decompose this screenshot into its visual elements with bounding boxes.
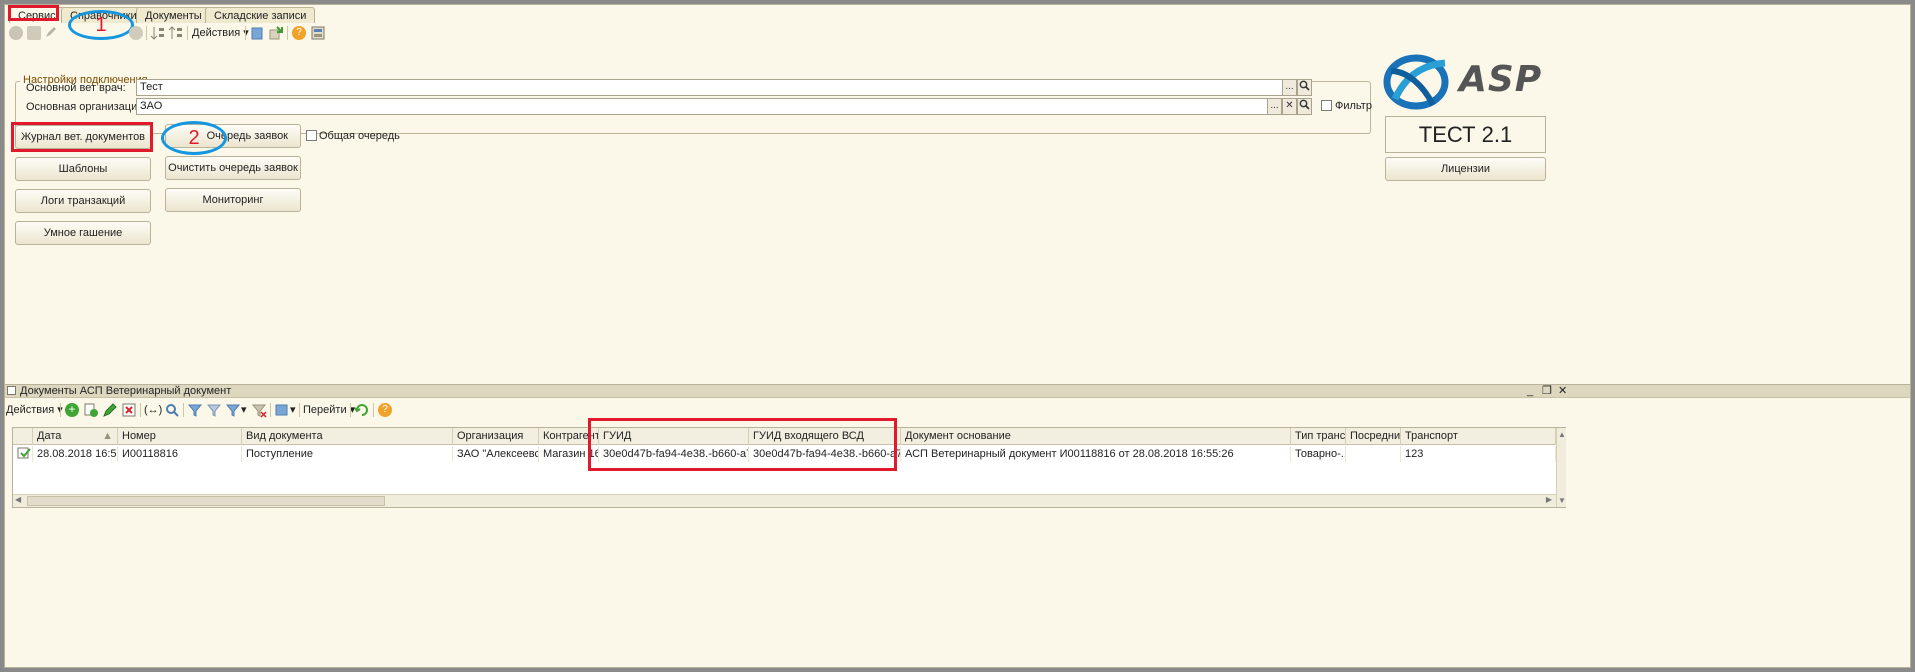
- organization-label: Основная организация:: [26, 101, 147, 113]
- monitoring-button[interactable]: Мониторинг: [165, 188, 301, 212]
- output-dropdown-icon[interactable]: ▾: [290, 402, 296, 418]
- sort-ascending-icon[interactable]: [150, 25, 166, 41]
- sort-descending-icon[interactable]: [168, 25, 184, 41]
- common-queue-checkbox[interactable]: [306, 130, 317, 141]
- column-header-organization[interactable]: Организация: [453, 428, 539, 445]
- output-list-icon[interactable]: [274, 402, 290, 418]
- licenses-button[interactable]: Лицензии: [1385, 157, 1546, 181]
- asp-logo-icon: [1383, 54, 1449, 110]
- tab-warehouse-records[interactable]: Складские записи: [205, 7, 316, 23]
- organization-value: ЗАО: [140, 100, 163, 112]
- refresh-icon[interactable]: [128, 25, 144, 41]
- scroll-right-icon[interactable]: ▶: [1546, 495, 1552, 504]
- scroll-up-icon[interactable]: ▲: [1558, 430, 1566, 439]
- organization-select-button[interactable]: ...: [1267, 98, 1282, 115]
- cell-date: 28.08.2018 16:55:...: [33, 446, 118, 462]
- version-label: ТЕСТ 2.1: [1385, 116, 1546, 153]
- panel-window-icon: [7, 386, 16, 395]
- actions-menu[interactable]: Действия ▾: [192, 25, 249, 41]
- filter-settings-icon[interactable]: [225, 402, 241, 418]
- asp-logo-text: ASP: [1459, 59, 1543, 100]
- find-icon[interactable]: [164, 402, 180, 418]
- highlight-box-service: [8, 5, 59, 21]
- refresh-list-icon[interactable]: [354, 402, 370, 418]
- vet-doctor-select-button[interactable]: ...: [1282, 79, 1297, 96]
- asp-logo: ASP: [1383, 51, 1548, 113]
- documents-toolbar: Действия ▾ + (↔) ▾ ▾ Перейти ▾ ?: [5, 399, 425, 421]
- close-icon[interactable]: ✕: [1558, 385, 1567, 398]
- column-header-base-document[interactable]: Документ основание: [901, 428, 1291, 445]
- column-header-number[interactable]: Номер: [118, 428, 242, 445]
- main-window: Сервис Справочники Документы Складские з…: [4, 4, 1911, 668]
- top-toolbar: Действия ▾ ?: [5, 22, 405, 44]
- scroll-left-icon[interactable]: ◀: [15, 495, 21, 504]
- organization-clear-icon[interactable]: ✕: [1282, 98, 1297, 115]
- add-document-icon[interactable]: +: [64, 402, 80, 418]
- horizontal-scroll-thumb[interactable]: [27, 496, 385, 506]
- column-header-date[interactable]: Дата ▲: [33, 428, 118, 445]
- cell-doc-type: Поступление: [242, 446, 453, 462]
- copy-document-icon[interactable]: [83, 402, 99, 418]
- filter-by-value-icon[interactable]: [206, 402, 222, 418]
- goto-menu[interactable]: Перейти ▾: [303, 402, 355, 418]
- settings-icon[interactable]: [310, 25, 326, 41]
- cell-base-document: АСП Ветеринарный документ И00118816 от 2…: [901, 446, 1291, 462]
- filter-dropdown-icon[interactable]: ▾: [241, 402, 247, 418]
- scroll-down-icon[interactable]: ▼: [1558, 496, 1566, 505]
- column-header-intermediary[interactable]: Посредник: [1346, 428, 1401, 445]
- delete-document-icon[interactable]: [121, 402, 137, 418]
- clear-request-queue-button[interactable]: Очистить очередь заявок: [165, 156, 301, 180]
- add-icon[interactable]: [8, 25, 24, 41]
- restore-icon[interactable]: ❐: [1542, 385, 1552, 398]
- copy-icon[interactable]: [26, 25, 42, 41]
- filter-label: Фильтр: [1335, 100, 1372, 112]
- cell-transport: 123: [1401, 446, 1556, 462]
- column-header-transport-type[interactable]: Тип транс...: [1291, 428, 1346, 445]
- common-queue-label: Общая очередь: [319, 130, 400, 142]
- vet-doctor-label: Основной вет врач:: [26, 82, 126, 94]
- help-icon[interactable]: ?: [291, 25, 307, 41]
- horizontal-scrollbar[interactable]: ◀ ▶: [13, 494, 1556, 507]
- clear-filter-icon[interactable]: [251, 402, 267, 418]
- annotation-marker-2: 2: [161, 121, 227, 155]
- panel-help-icon[interactable]: ?: [377, 402, 393, 418]
- templates-button[interactable]: Шаблоны: [15, 157, 151, 181]
- transaction-logs-button[interactable]: Логи транзакций: [15, 189, 151, 213]
- vertical-scrollbar[interactable]: ▲ ▼: [1556, 428, 1566, 507]
- cell-intermediary: [1346, 446, 1401, 462]
- documents-actions-menu[interactable]: Действия ▾: [6, 402, 63, 418]
- highlight-box-guid-columns: [588, 418, 897, 471]
- cell-organization: ЗАО "Алексеевс...: [453, 446, 539, 462]
- document-posted-icon: [13, 446, 33, 462]
- import-icon[interactable]: [268, 25, 284, 41]
- link-icon[interactable]: (↔): [144, 402, 162, 418]
- edit-icon[interactable]: [44, 25, 60, 41]
- edit-document-icon[interactable]: [102, 402, 118, 418]
- organization-search-icon[interactable]: [1297, 98, 1312, 115]
- filter-checkbox[interactable]: [1321, 100, 1332, 111]
- menu-bar: Сервис Справочники Документы Складские з…: [5, 5, 1910, 23]
- highlight-box-journal: [11, 122, 153, 152]
- tab-documents[interactable]: Документы: [136, 7, 211, 23]
- column-header-transport[interactable]: Транспорт: [1401, 428, 1556, 445]
- filter-icon[interactable]: [187, 402, 203, 418]
- export-icon[interactable]: [249, 25, 265, 41]
- vet-doctor-field[interactable]: Тест ...: [136, 79, 1312, 96]
- cell-transport-type: Товарно-...: [1291, 446, 1346, 462]
- column-header-icon: [13, 428, 33, 445]
- vet-doctor-value: Тест: [140, 81, 163, 93]
- cell-number: И00118816: [118, 446, 242, 462]
- column-header-doc-type[interactable]: Вид документа: [242, 428, 453, 445]
- organization-field[interactable]: ЗАО ... ✕: [136, 98, 1312, 115]
- documents-panel-titlebar: Документы АСП Ветеринарный документ _ ❐ …: [5, 384, 1910, 398]
- documents-panel-title: Документы АСП Ветеринарный документ: [20, 385, 232, 397]
- vet-doctor-search-icon[interactable]: [1297, 79, 1312, 96]
- smart-redemption-button[interactable]: Умное гашение: [15, 221, 151, 245]
- minimize-icon[interactable]: _: [1527, 385, 1533, 398]
- sort-indicator-icon: ▲: [102, 430, 113, 442]
